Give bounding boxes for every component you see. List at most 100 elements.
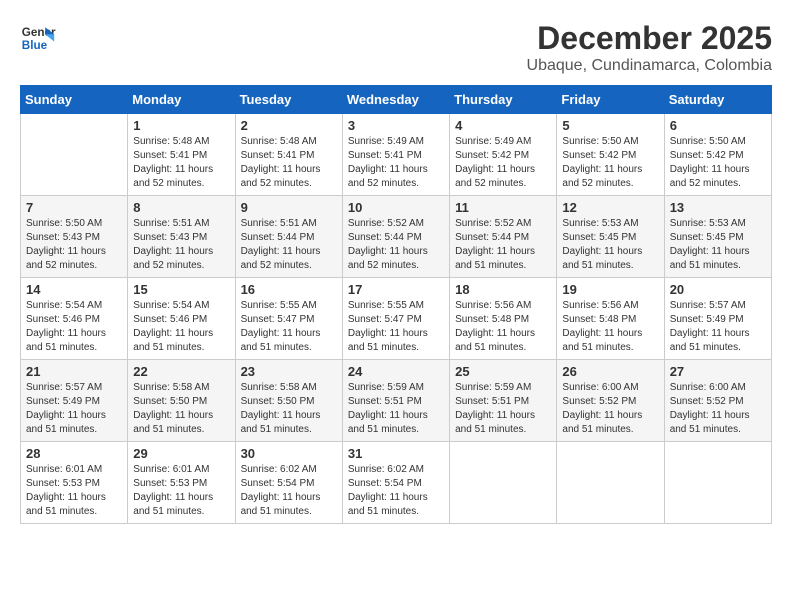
day-number: 8 (133, 200, 229, 215)
day-number: 29 (133, 446, 229, 461)
day-info: Sunrise: 5:59 AM Sunset: 5:51 PM Dayligh… (455, 381, 551, 437)
svg-text:Blue: Blue (22, 39, 48, 52)
calendar-cell: 18Sunrise: 5:56 AM Sunset: 5:48 PM Dayli… (450, 278, 557, 360)
day-number: 26 (562, 364, 658, 379)
day-number: 12 (562, 200, 658, 215)
day-info: Sunrise: 5:51 AM Sunset: 5:44 PM Dayligh… (241, 217, 337, 273)
calendar-cell: 30 Sunrise: 6:02 AM Sunset: 5:54 PM Dayli… (235, 442, 342, 524)
calendar-cell (557, 442, 664, 524)
day-number: 17 (348, 282, 444, 297)
calendar-cell: 5 Sunrise: 5:50 AM Sunset: 5:42 PM Daylig… (557, 114, 664, 196)
day-info: Sunrise: 5:50 AM Sunset: 5:42 PM Dayligh… (670, 135, 766, 191)
calendar-cell: 7 Sunrise: 5:50 AM Sunset: 5:43 PM Daylig… (21, 196, 128, 278)
week-row-5: 28Sunrise: 6:01 AM Sunset: 5:53 PM Dayli… (21, 442, 772, 524)
day-number: 5 (562, 118, 658, 133)
day-number: 30 (241, 446, 337, 461)
calendar-cell: 8 Sunrise: 5:51 AM Sunset: 5:43 PM Daylig… (128, 196, 235, 278)
calendar-cell: 31 Sunrise: 6:02 AM Sunset: 5:54 PM Dayli… (342, 442, 449, 524)
calendar-cell: 21 Sunrise: 5:57 AM Sunset: 5:49 PM Dayli… (21, 360, 128, 442)
header-row: SundayMondayTuesdayWednesdayThursdayFrid… (21, 86, 772, 114)
main-title: December 2025 (527, 20, 772, 57)
calendar-cell: 6Sunrise: 5:50 AM Sunset: 5:42 PM Daylig… (664, 114, 771, 196)
day-number: 4 (455, 118, 551, 133)
calendar-cell: 19 Sunrise: 5:56 AM Sunset: 5:48 PM Dayli… (557, 278, 664, 360)
calendar-body: 1Sunrise: 5:48 AM Sunset: 5:41 PM Daylig… (21, 114, 772, 524)
day-info: Sunrise: 5:56 AM Sunset: 5:48 PM Dayligh… (562, 299, 658, 355)
week-row-4: 21 Sunrise: 5:57 AM Sunset: 5:49 PM Dayli… (21, 360, 772, 442)
day-number: 2 (241, 118, 337, 133)
calendar-cell: 17 Sunrise: 5:55 AM Sunset: 5:47 PM Dayli… (342, 278, 449, 360)
calendar-cell (450, 442, 557, 524)
day-info: Sunrise: 5:48 AM Sunset: 5:41 PM Dayligh… (133, 135, 229, 191)
day-info: Sunrise: 5:58 AM Sunset: 5:50 PM Dayligh… (133, 381, 229, 437)
day-info: Sunrise: 5:51 AM Sunset: 5:43 PM Dayligh… (133, 217, 229, 273)
day-number: 9 (241, 200, 337, 215)
day-info: Sunrise: 5:57 AM Sunset: 5:49 PM Dayligh… (26, 381, 122, 437)
calendar-cell: 25 Sunrise: 5:59 AM Sunset: 5:51 PM Dayli… (450, 360, 557, 442)
day-number: 20 (670, 282, 766, 297)
day-info: Sunrise: 5:59 AM Sunset: 5:51 PM Dayligh… (348, 381, 444, 437)
logo: General Blue (20, 20, 56, 56)
logo-icon: General Blue (20, 20, 56, 56)
header-cell-friday: Friday (557, 86, 664, 114)
week-row-2: 7 Sunrise: 5:50 AM Sunset: 5:43 PM Daylig… (21, 196, 772, 278)
day-info: Sunrise: 5:57 AM Sunset: 5:49 PM Dayligh… (670, 299, 766, 355)
week-row-3: 14Sunrise: 5:54 AM Sunset: 5:46 PM Dayli… (21, 278, 772, 360)
day-info: Sunrise: 6:02 AM Sunset: 5:54 PM Dayligh… (241, 463, 337, 519)
day-number: 24 (348, 364, 444, 379)
calendar-cell: 3Sunrise: 5:49 AM Sunset: 5:41 PM Daylig… (342, 114, 449, 196)
day-number: 7 (26, 200, 122, 215)
calendar-header: SundayMondayTuesdayWednesdayThursdayFrid… (21, 86, 772, 114)
calendar-cell: 23Sunrise: 5:58 AM Sunset: 5:50 PM Dayli… (235, 360, 342, 442)
day-info: Sunrise: 5:50 AM Sunset: 5:43 PM Dayligh… (26, 217, 122, 273)
calendar-cell: 16Sunrise: 5:55 AM Sunset: 5:47 PM Dayli… (235, 278, 342, 360)
header-cell-saturday: Saturday (664, 86, 771, 114)
calendar-cell (21, 114, 128, 196)
calendar-cell: 24 Sunrise: 5:59 AM Sunset: 5:51 PM Dayli… (342, 360, 449, 442)
header-cell-tuesday: Tuesday (235, 86, 342, 114)
day-info: Sunrise: 5:52 AM Sunset: 5:44 PM Dayligh… (348, 217, 444, 273)
calendar-cell: 26 Sunrise: 6:00 AM Sunset: 5:52 PM Dayli… (557, 360, 664, 442)
day-info: Sunrise: 6:01 AM Sunset: 5:53 PM Dayligh… (26, 463, 122, 519)
day-number: 10 (348, 200, 444, 215)
calendar-cell: 9 Sunrise: 5:51 AM Sunset: 5:44 PM Daylig… (235, 196, 342, 278)
week-row-1: 1Sunrise: 5:48 AM Sunset: 5:41 PM Daylig… (21, 114, 772, 196)
day-number: 27 (670, 364, 766, 379)
calendar-cell (664, 442, 771, 524)
calendar-cell: 20 Sunrise: 5:57 AM Sunset: 5:49 PM Dayli… (664, 278, 771, 360)
day-number: 11 (455, 200, 551, 215)
calendar-cell: 22Sunrise: 5:58 AM Sunset: 5:50 PM Dayli… (128, 360, 235, 442)
day-info: Sunrise: 5:55 AM Sunset: 5:47 PM Dayligh… (241, 299, 337, 355)
day-info: Sunrise: 5:49 AM Sunset: 5:42 PM Dayligh… (455, 135, 551, 191)
calendar-cell: 12 Sunrise: 5:53 AM Sunset: 5:45 PM Dayli… (557, 196, 664, 278)
day-number: 31 (348, 446, 444, 461)
day-info: Sunrise: 5:54 AM Sunset: 5:46 PM Dayligh… (133, 299, 229, 355)
day-number: 18 (455, 282, 551, 297)
day-info: Sunrise: 5:52 AM Sunset: 5:44 PM Dayligh… (455, 217, 551, 273)
calendar-cell: 11 Sunrise: 5:52 AM Sunset: 5:44 PM Dayli… (450, 196, 557, 278)
calendar-cell: 15Sunrise: 5:54 AM Sunset: 5:46 PM Dayli… (128, 278, 235, 360)
header-cell-wednesday: Wednesday (342, 86, 449, 114)
day-info: Sunrise: 6:02 AM Sunset: 5:54 PM Dayligh… (348, 463, 444, 519)
day-number: 21 (26, 364, 122, 379)
day-info: Sunrise: 6:01 AM Sunset: 5:53 PM Dayligh… (133, 463, 229, 519)
calendar-cell: 13Sunrise: 5:53 AM Sunset: 5:45 PM Dayli… (664, 196, 771, 278)
day-number: 25 (455, 364, 551, 379)
calendar-table: SundayMondayTuesdayWednesdayThursdayFrid… (20, 85, 772, 524)
day-info: Sunrise: 5:50 AM Sunset: 5:42 PM Dayligh… (562, 135, 658, 191)
day-info: Sunrise: 5:53 AM Sunset: 5:45 PM Dayligh… (670, 217, 766, 273)
header-cell-thursday: Thursday (450, 86, 557, 114)
calendar-cell: 10 Sunrise: 5:52 AM Sunset: 5:44 PM Dayli… (342, 196, 449, 278)
day-info: Sunrise: 5:53 AM Sunset: 5:45 PM Dayligh… (562, 217, 658, 273)
calendar-cell: 1Sunrise: 5:48 AM Sunset: 5:41 PM Daylig… (128, 114, 235, 196)
calendar-cell: 4 Sunrise: 5:49 AM Sunset: 5:42 PM Daylig… (450, 114, 557, 196)
day-info: Sunrise: 6:00 AM Sunset: 5:52 PM Dayligh… (670, 381, 766, 437)
title-block: December 2025 Ubaque, Cundinamarca, Colo… (527, 20, 772, 75)
day-info: Sunrise: 5:55 AM Sunset: 5:47 PM Dayligh… (348, 299, 444, 355)
day-number: 19 (562, 282, 658, 297)
calendar-cell: 27 Sunrise: 6:00 AM Sunset: 5:52 PM Dayli… (664, 360, 771, 442)
calendar-cell: 14Sunrise: 5:54 AM Sunset: 5:46 PM Dayli… (21, 278, 128, 360)
page-header: General Blue December 2025 Ubaque, Cundi… (20, 20, 772, 75)
calendar-cell: 28Sunrise: 6:01 AM Sunset: 5:53 PM Dayli… (21, 442, 128, 524)
day-info: Sunrise: 6:00 AM Sunset: 5:52 PM Dayligh… (562, 381, 658, 437)
